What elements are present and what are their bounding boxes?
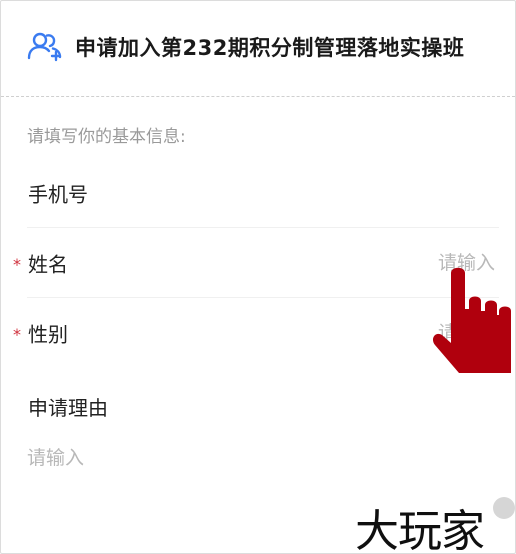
watermark-text: 大玩家: [355, 506, 485, 554]
form-header: 申请加入第232期积分制管理落地实操班: [1, 1, 515, 97]
field-row-phone[interactable]: 手机号: [1, 158, 515, 228]
watermark-logo: 大玩家: [355, 491, 515, 553]
reason-label: 申请理由: [28, 396, 108, 420]
required-mark: *: [13, 255, 21, 275]
name-label: 姓名: [28, 252, 68, 277]
page-title: 申请加入第232期积分制管理落地实操班: [75, 36, 465, 60]
users-add-icon: [27, 32, 62, 62]
gender-label: 性别: [28, 322, 68, 347]
required-mark: *: [13, 325, 21, 345]
pointing-hand-icon: [432, 267, 511, 373]
watermark-badge: [493, 497, 515, 519]
section-hint: 请填写你的基本信息:: [27, 127, 186, 147]
application-form-window: 申请加入第232期积分制管理落地实操班 请填写你的基本信息: 手机号 * 姓名 …: [0, 0, 516, 554]
phone-label: 手机号: [28, 182, 88, 207]
